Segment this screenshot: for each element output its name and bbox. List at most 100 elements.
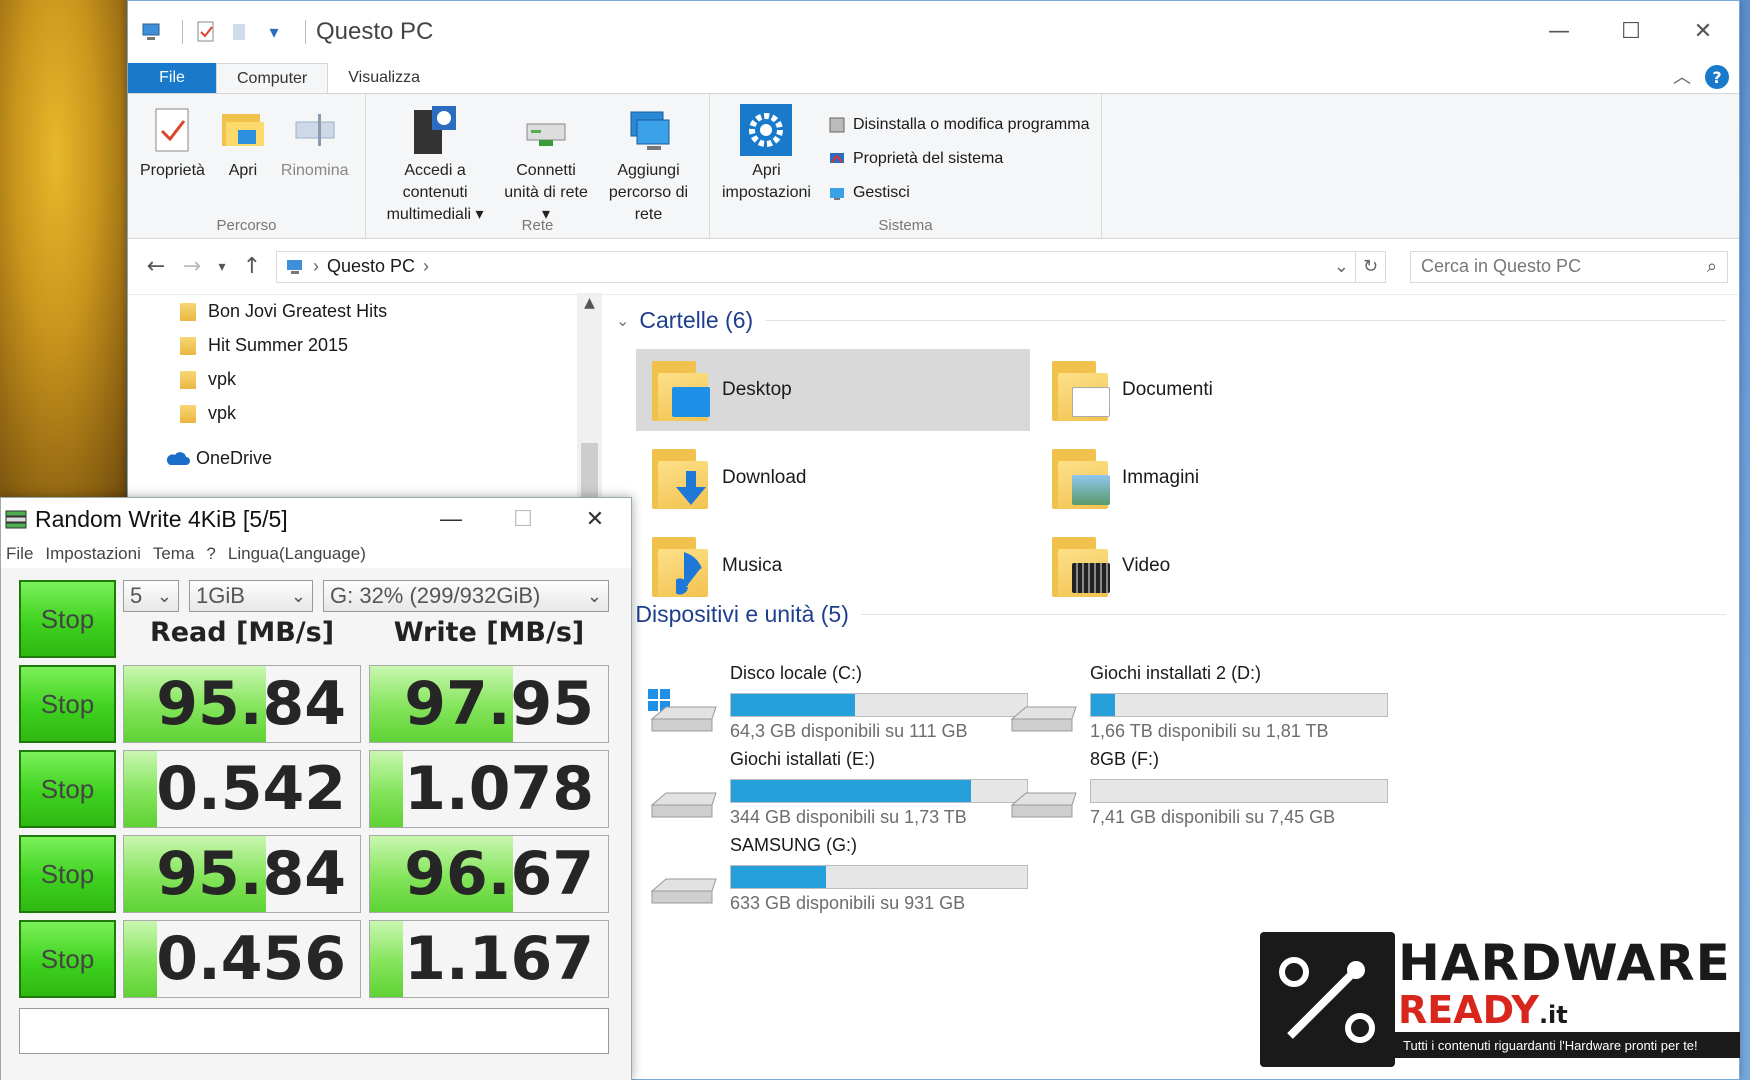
drive-usage-fill <box>731 780 971 802</box>
read-value: 95.84 <box>156 839 346 909</box>
search-icon[interactable]: ⌕ <box>1707 256 1717 277</box>
write-result: 97.95 <box>369 665 609 743</box>
folder-label: Video <box>1122 555 1171 576</box>
folder-label: Desktop <box>722 379 792 400</box>
collapse-ribbon-icon[interactable]: ︿ <box>1673 63 1691 89</box>
close-icon[interactable]: ✕ <box>559 498 631 540</box>
properties-check-icon[interactable] <box>193 19 219 45</box>
hard-drive-icon <box>1010 706 1077 732</box>
stop-4k-button[interactable]: Stop <box>19 920 116 998</box>
comment-input[interactable] <box>19 1008 609 1054</box>
tab-view[interactable]: Visualizza <box>328 63 440 93</box>
scroll-up-icon[interactable]: ▲ <box>577 295 602 311</box>
stop-4k-q32-button[interactable]: Stop <box>19 750 116 828</box>
write-result: 1.078 <box>369 750 609 828</box>
computer-icon[interactable] <box>138 19 164 45</box>
test-size-select[interactable]: 1GiB ⌄ <box>189 580 313 612</box>
hard-drive-icon <box>1010 792 1077 818</box>
read-result: 0.456 <box>123 920 361 998</box>
cdm-title: Random Write 4KiB [5/5] <box>35 505 288 532</box>
ribbon: Proprietà Apri Rinomina Percorso Accedi … <box>128 93 1739 239</box>
recent-locations-icon[interactable]: ▾ <box>210 259 234 275</box>
drive-tile[interactable]: Giochi istallati (E:) 344 GB disponibili… <box>648 749 1048 845</box>
minimize-icon[interactable]: — <box>415 498 487 540</box>
minimize-icon[interactable]: — <box>1523 9 1595 53</box>
uninstall-icon <box>827 115 847 135</box>
folders-section-header[interactable]: ⌄ Cartelle (6) <box>616 307 1726 334</box>
stop-seq-button[interactable]: Stop <box>19 835 116 913</box>
drive-tile[interactable]: Giochi installati 2 (D:) 1,66 TB disponi… <box>1008 663 1408 759</box>
menu-help[interactable]: ? <box>206 544 215 564</box>
open-label: Apri <box>228 162 258 179</box>
menu-file[interactable]: File <box>6 544 33 564</box>
chevron-down-icon: ⌄ <box>290 585 306 606</box>
drive-usage-bar <box>730 865 1028 889</box>
chevron-down-icon: ⌄ <box>586 585 602 606</box>
nav-item-label: Hit Summer 2015 <box>208 335 349 355</box>
read-result: 0.542 <box>123 750 361 828</box>
uninstall-program-button[interactable]: Disinstalla o modifica programma <box>827 108 1089 142</box>
manage-button[interactable]: Gestisci <box>827 176 1090 210</box>
maximize-icon[interactable]: ☐ <box>487 498 559 540</box>
folder-tile-desktop[interactable]: Desktop <box>636 349 1030 431</box>
folder-tile-downloads[interactable]: Download <box>636 437 1030 519</box>
onedrive-cloud-icon <box>166 451 190 465</box>
menu-language[interactable]: Lingua(Language) <box>228 544 366 564</box>
refresh-icon[interactable]: ↻ <box>1356 250 1386 283</box>
maximize-icon[interactable]: ☐ <box>1595 9 1667 53</box>
forward-arrow-icon[interactable]: → <box>174 254 210 279</box>
devices-header-label: Dispositivi e unità (5) <box>635 601 849 627</box>
drive-free-space: 1,66 TB disponibili su 1,81 TB <box>1090 721 1329 741</box>
folder-tile-documents[interactable]: Documenti <box>1036 349 1430 431</box>
collapse-chevron-icon[interactable]: ⌄ <box>616 311 629 331</box>
nav-item-onedrive[interactable]: OneDrive <box>166 448 272 469</box>
system-properties-button[interactable]: Proprietà del sistema <box>827 142 1090 176</box>
videos-folder-icon <box>1052 533 1112 599</box>
help-icon[interactable]: ? <box>1705 65 1729 89</box>
breadcrumb-chevron-icon[interactable]: › <box>423 256 429 277</box>
up-arrow-icon[interactable]: ↑ <box>234 254 270 279</box>
write-result: 96.67 <box>369 835 609 913</box>
logo-circuit-icon <box>1260 932 1395 1067</box>
target-drive-select[interactable]: G: 32% (299/932GiB) ⌄ <box>323 580 609 612</box>
new-folder-icon[interactable] <box>227 19 253 45</box>
system-properties-icon <box>827 149 847 169</box>
nav-item[interactable]: vpk <box>180 369 236 390</box>
customize-dropdown-icon[interactable]: ▾ <box>261 19 287 45</box>
search-input[interactable]: Cerca in Questo PC ⌕ <box>1410 250 1728 283</box>
drive-name: Giochi istallati (E:) <box>730 749 876 769</box>
breadcrumb[interactable]: Questo PC <box>327 256 415 277</box>
test-count-select[interactable]: 5 ⌄ <box>123 580 179 612</box>
drive-tile[interactable]: Disco locale (C:) 64,3 GB disponibili su… <box>648 663 1048 759</box>
nav-item[interactable]: vpk <box>180 403 236 424</box>
tab-computer[interactable]: Computer <box>216 63 329 93</box>
cdm-body: Stop 5 ⌄ 1GiB ⌄ G: 32% (299/932GiB) ⌄ Read … <box>1 568 631 1080</box>
drive-tile[interactable]: 8GB (F:) 7,41 GB disponibili su 7,45 GB <box>1008 749 1408 845</box>
write-value: 1.167 <box>404 924 594 994</box>
folder-tile-pictures[interactable]: Immagini <box>1036 437 1430 519</box>
close-icon[interactable]: ✕ <box>1667 9 1739 53</box>
nav-item-label: vpk <box>208 369 237 389</box>
folder-tile-videos[interactable]: Video <box>1036 525 1430 607</box>
devices-section-header[interactable]: ⌄ Dispositivi e unità (5) <box>616 601 1726 628</box>
properties-icon <box>146 102 198 158</box>
read-value: 0.542 <box>156 754 346 824</box>
stop-seq-q32-button[interactable]: Stop <box>19 665 116 743</box>
tab-file[interactable]: File <box>128 63 216 93</box>
map-drive-label-2: unità di rete <box>504 184 588 201</box>
back-arrow-icon[interactable]: ← <box>138 254 174 279</box>
menu-theme[interactable]: Tema <box>153 544 195 564</box>
nav-item[interactable]: Bon Jovi Greatest Hits <box>180 301 387 322</box>
menu-settings[interactable]: Impostazioni <box>45 544 140 564</box>
nav-item[interactable]: Hit Summer 2015 <box>180 335 348 356</box>
drive-name: Disco locale (C:) <box>730 663 863 683</box>
address-bar[interactable]: › Questo PC › ⌄ <box>276 250 1356 283</box>
folder-tile-music[interactable]: Musica <box>636 525 1030 607</box>
scrollbar-thumb[interactable] <box>581 443 598 503</box>
network-drive-icon <box>520 102 572 158</box>
stop-all-button[interactable]: Stop <box>19 580 116 658</box>
manage-label: Gestisci <box>852 184 910 201</box>
manage-icon <box>827 183 847 203</box>
address-dropdown-icon[interactable]: ⌄ <box>1334 256 1349 277</box>
drive-tile[interactable]: SAMSUNG (G:) 633 GB disponibili su 931 G… <box>648 835 1048 931</box>
